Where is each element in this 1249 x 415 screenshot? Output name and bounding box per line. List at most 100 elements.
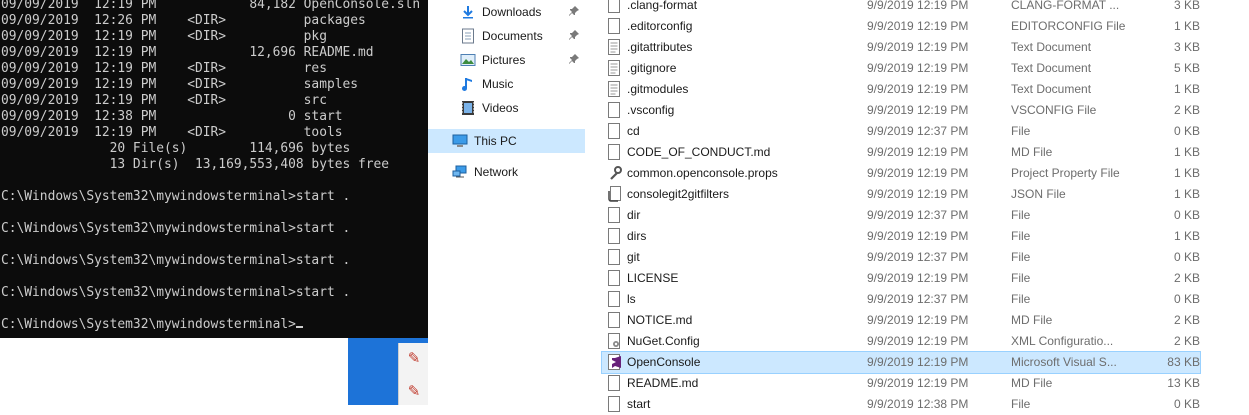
text-document-icon — [608, 39, 620, 55]
file-size: 0 KB — [1173, 250, 1200, 264]
file-row[interactable]: NuGet.Config 9/9/2019 12:19 PM XML Configu… — [602, 331, 1200, 352]
command-prompt-window[interactable]: 09/09/2019 12:19 PM 84,182 OpenConsole.s… — [0, 0, 428, 338]
document-icon — [608, 207, 620, 223]
file-name: README.md — [627, 376, 699, 390]
file-date-modified: 9/9/2019 12:19 PM — [867, 334, 969, 348]
file-row[interactable]: CODE_OF_CONDUCT.md 9/9/2019 12:19 PM MD Fi… — [602, 142, 1200, 163]
file-size: 0 KB — [1173, 124, 1200, 138]
file-row[interactable]: .editorconfig 9/9/2019 12:19 PM EDITORCONF… — [602, 16, 1200, 37]
file-name: NOTICE.md — [627, 313, 693, 327]
console-line: 09/09/2019 12:38 PM 0 start — [1, 109, 343, 124]
nav-item-music[interactable]: Music — [428, 73, 585, 95]
nav-item-label: Documents — [482, 29, 543, 43]
file-name: LICENSE — [627, 271, 679, 285]
wrench-icon — [608, 165, 622, 181]
document-icon — [608, 312, 620, 328]
console-line: 09/09/2019 12:19 PM 12,696 README.md — [1, 45, 374, 60]
computer-icon — [452, 133, 468, 149]
videos-icon — [460, 100, 476, 116]
file-name: dirs — [627, 229, 647, 243]
file-row[interactable]: NOTICE.md 9/9/2019 12:19 PM MD File 2 KB — [602, 310, 1200, 331]
file-type: File — [1011, 292, 1031, 306]
file-type: File — [1011, 208, 1031, 222]
text-document-icon — [608, 60, 620, 76]
nav-item-pictures[interactable]: Pictures — [428, 49, 585, 71]
file-size: 3 KB — [1173, 40, 1200, 54]
file-row[interactable]: .clang-format 9/9/2019 12:19 PM CLANG-FORM… — [602, 0, 1200, 16]
file-row[interactable]: dir 9/9/2019 12:37 PM File 0 KB — [602, 205, 1200, 226]
nav-item-label: Network — [474, 165, 519, 179]
file-type: EDITORCONFIG File — [1011, 19, 1126, 33]
file-name: .gitmodules — [627, 82, 689, 96]
pin-icon[interactable] — [569, 29, 579, 43]
file-row[interactable]: OpenConsole 9/9/2019 12:19 PM Microsoft Vi… — [601, 351, 1201, 374]
file-type: CLANG-FORMAT ... — [1011, 0, 1120, 12]
file-type: Project Property File — [1011, 166, 1120, 180]
file-size: 1 KB — [1173, 187, 1200, 201]
nav-item-label: This PC — [474, 134, 517, 148]
file-name: NuGet.Config — [627, 334, 700, 348]
file-date-modified: 9/9/2019 12:37 PM — [867, 292, 969, 306]
music-icon — [460, 76, 476, 92]
nav-item-documents[interactable]: Documents — [428, 25, 585, 47]
pictures-icon — [460, 52, 476, 68]
file-explorer-window: Downloads Documents Pictures Music Videos Thi… — [428, 0, 1249, 412]
paint-app-icon-2[interactable]: ✎ — [404, 381, 424, 401]
file-row[interactable]: cd 9/9/2019 12:37 PM File 0 KB — [602, 121, 1200, 142]
console-line: 09/09/2019 12:19 PM 84,182 OpenConsole.s… — [1, 0, 421, 12]
file-name: .clang-format — [627, 0, 698, 12]
file-date-modified: 9/9/2019 12:19 PM — [867, 0, 969, 12]
file-row[interactable]: .gitattributes 9/9/2019 12:19 PM Text Docu… — [602, 37, 1200, 58]
file-row[interactable]: .gitignore 9/9/2019 12:19 PM Text Document… — [602, 58, 1200, 79]
file-type: File — [1011, 124, 1031, 138]
file-type: MD File — [1011, 376, 1053, 390]
file-date-modified: 9/9/2019 12:19 PM — [867, 271, 969, 285]
file-type: File — [1011, 250, 1031, 264]
file-name: .gitignore — [627, 61, 677, 75]
file-type: Text Document — [1011, 61, 1092, 75]
console-line: 20 File(s) 114,696 bytes — [1, 141, 351, 156]
file-row[interactable]: consolegit2gitfilters 9/9/2019 12:19 PM JS… — [602, 184, 1200, 205]
file-date-modified: 9/9/2019 12:19 PM — [867, 313, 969, 327]
file-date-modified: 9/9/2019 12:19 PM — [867, 40, 969, 54]
paint-app-icon[interactable]: ✎ — [404, 348, 424, 368]
nav-item-this-pc[interactable]: This PC — [428, 129, 585, 153]
document-icon — [608, 249, 620, 265]
file-type: Text Document — [1011, 82, 1092, 96]
file-size: 3 KB — [1173, 0, 1200, 12]
file-row[interactable]: dirs 9/9/2019 12:19 PM File 1 KB — [602, 226, 1200, 247]
file-row[interactable]: README.md 9/9/2019 12:19 PM MD File 13 KB — [602, 373, 1200, 394]
xml-config-icon — [608, 333, 620, 349]
file-date-modified: 9/9/2019 12:19 PM — [867, 82, 969, 96]
file-size: 1 KB — [1173, 145, 1200, 159]
file-type: File — [1011, 229, 1031, 243]
pin-icon[interactable] — [569, 53, 579, 67]
file-row[interactable]: .vsconfig 9/9/2019 12:19 PM VSCONFIG File 2… — [602, 100, 1200, 121]
visual-studio-icon — [608, 354, 621, 370]
file-name: cd — [627, 124, 640, 138]
file-name: .gitattributes — [627, 40, 693, 54]
file-row[interactable]: .gitmodules 9/9/2019 12:19 PM Text Documen… — [602, 79, 1200, 100]
file-date-modified: 9/9/2019 12:37 PM — [867, 208, 969, 222]
console-line: 09/09/2019 12:19 PM <DIR> pkg — [1, 29, 327, 44]
nav-item-label: Music — [482, 77, 514, 91]
file-type: Text Document — [1011, 40, 1092, 54]
document-icon — [608, 291, 620, 307]
file-size: 2 KB — [1173, 334, 1200, 348]
nav-item-videos[interactable]: Videos — [428, 97, 585, 119]
pin-icon[interactable] — [569, 5, 579, 19]
file-name: CODE_OF_CONDUCT.md — [627, 145, 771, 159]
nav-item-label: Downloads — [482, 5, 542, 19]
file-row[interactable]: LICENSE 9/9/2019 12:19 PM File 2 KB — [602, 268, 1200, 289]
document-icon — [608, 396, 620, 412]
nav-item-network[interactable]: Network — [428, 161, 585, 183]
file-row[interactable]: ls 9/9/2019 12:37 PM File 0 KB — [602, 289, 1200, 310]
nav-item-downloads[interactable]: Downloads — [428, 1, 585, 23]
console-line: C:\Windows\System32\mywindowsterminal> — [1, 317, 296, 332]
file-row[interactable]: git 9/9/2019 12:37 PM File 0 KB — [602, 247, 1200, 268]
file-date-modified: 9/9/2019 12:19 PM — [867, 145, 969, 159]
file-size: 0 KB — [1173, 397, 1200, 411]
navigation-pane: Downloads Documents Pictures Music Videos Thi… — [428, 0, 585, 405]
file-row[interactable]: common.openconsole.props 9/9/2019 12:19 P… — [602, 163, 1200, 184]
console-line: 09/09/2019 12:19 PM <DIR> src — [1, 93, 327, 108]
